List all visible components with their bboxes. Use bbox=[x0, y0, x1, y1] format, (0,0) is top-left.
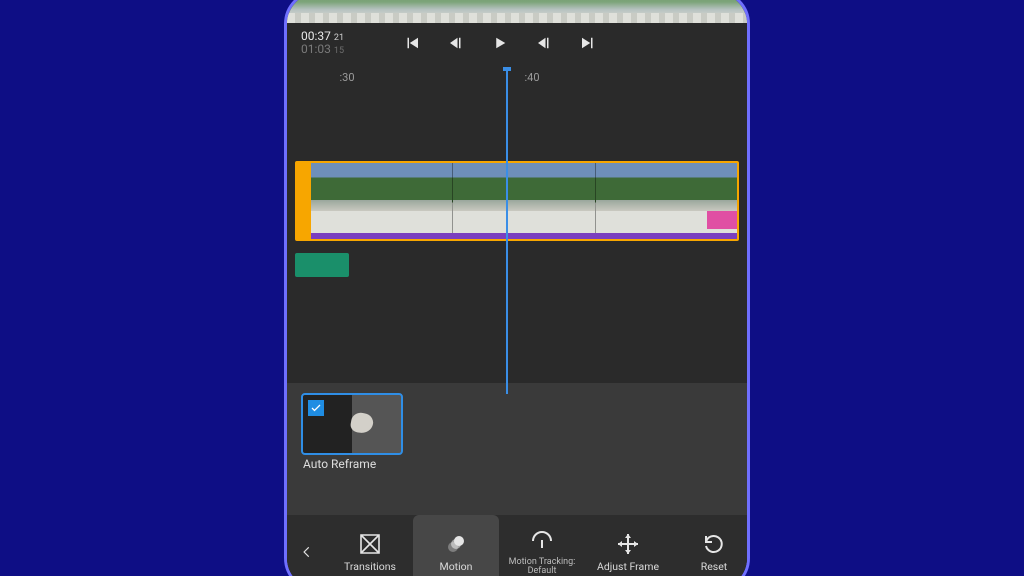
auto-reframe-label: Auto Reframe bbox=[303, 457, 376, 471]
clip-trim-handle[interactable] bbox=[297, 163, 311, 239]
tool-motion-tracking[interactable]: Motion Tracking: Default bbox=[499, 515, 585, 576]
current-time-value: 00:37 bbox=[301, 29, 331, 43]
clip-overlay bbox=[707, 205, 737, 229]
clip-thumb bbox=[311, 163, 452, 235]
tool-transitions[interactable]: Transitions bbox=[327, 515, 413, 576]
tool-motion[interactable]: Motion bbox=[413, 515, 499, 576]
transitions-icon bbox=[357, 531, 383, 557]
skip-start-button[interactable] bbox=[403, 34, 421, 52]
step-forward-button[interactable] bbox=[535, 34, 553, 52]
video-preview bbox=[287, 0, 747, 23]
total-time-frames: 15 bbox=[334, 46, 344, 56]
play-button[interactable] bbox=[491, 34, 509, 52]
audio-clip[interactable] bbox=[295, 253, 349, 277]
reset-icon bbox=[701, 531, 727, 557]
timecodes: 00:3721 01:0315 bbox=[287, 30, 387, 57]
bottom-toolbar: Transitions Motion Motion Tracking: Defa… bbox=[287, 515, 747, 576]
clip-thumb bbox=[452, 163, 594, 235]
step-back-button[interactable] bbox=[447, 34, 465, 52]
ruler-tick: :40 bbox=[524, 71, 539, 84]
tool-label: Reset bbox=[701, 561, 727, 572]
current-time-frames: 21 bbox=[334, 33, 344, 43]
back-button[interactable] bbox=[287, 515, 327, 576]
tool-label: Motion Tracking: Default bbox=[502, 558, 582, 576]
total-time: 01:0315 bbox=[301, 43, 387, 56]
auto-reframe-checkbox[interactable] bbox=[308, 400, 324, 416]
phone-frame: 00:3721 01:0315 :30 :40 bbox=[284, 0, 750, 576]
effects-panel: Auto Reframe bbox=[287, 383, 747, 515]
skip-end-button[interactable] bbox=[579, 34, 597, 52]
auto-reframe-icon bbox=[349, 411, 374, 435]
auto-reframe-card[interactable] bbox=[301, 393, 403, 455]
tool-label: Transitions bbox=[344, 561, 396, 572]
current-time: 00:3721 bbox=[301, 30, 387, 43]
motion-icon bbox=[443, 531, 469, 557]
tool-label: Motion bbox=[440, 561, 473, 572]
tool-label: Adjust Frame bbox=[597, 561, 659, 572]
clip-audio-strip bbox=[311, 233, 737, 239]
time-ruler[interactable]: :30 :40 bbox=[287, 71, 747, 95]
total-time-value: 01:03 bbox=[301, 42, 331, 56]
playhead[interactable] bbox=[506, 69, 508, 394]
ruler-tick: :30 bbox=[339, 71, 354, 84]
timeline[interactable] bbox=[287, 161, 747, 247]
tool-adjust-frame[interactable]: Adjust Frame bbox=[585, 515, 671, 576]
adjust-frame-icon bbox=[615, 531, 641, 557]
tool-reset[interactable]: Reset bbox=[671, 515, 747, 576]
transport-bar: 00:3721 01:0315 bbox=[287, 23, 747, 63]
clip-thumb bbox=[595, 163, 737, 235]
video-clip[interactable] bbox=[295, 161, 739, 241]
tool-strip[interactable]: Transitions Motion Motion Tracking: Defa… bbox=[327, 515, 747, 576]
clip-thumbnails bbox=[311, 163, 737, 235]
motion-tracking-icon bbox=[529, 528, 555, 554]
